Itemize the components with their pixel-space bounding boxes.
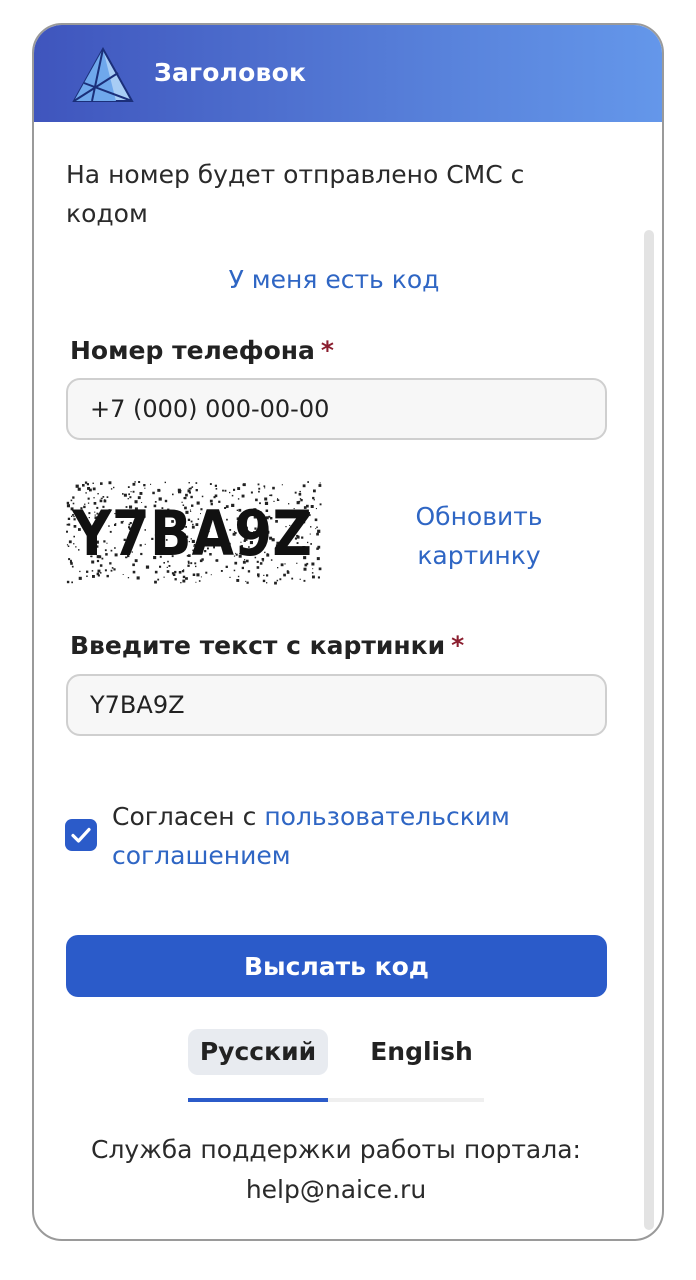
header-bar: Заголовок <box>34 25 662 122</box>
required-mark: * <box>451 631 465 660</box>
agree-text: Согласен с пользовательским соглашением <box>112 797 542 875</box>
header-title: Заголовок <box>154 58 307 87</box>
phone-label-text: Номер телефона <box>70 336 315 365</box>
triangle-logo-icon <box>72 47 134 102</box>
captcha-input[interactable] <box>66 674 607 736</box>
agree-prefix: Согласен с <box>112 802 257 831</box>
captcha-label-text: Введите текст с картинки <box>70 631 446 660</box>
captcha-text: Y7BA9Z <box>71 497 312 570</box>
have-code-link[interactable]: У меня есть код <box>34 265 634 294</box>
captcha-image: Y7BA9Z <box>66 481 322 585</box>
refresh-captcha-link[interactable]: Обновить картинку <box>404 497 554 575</box>
support-text: Служба поддержки работы портала: <box>91 1135 581 1164</box>
auth-card: Заголовок На номер будет отправлено СМС … <box>32 23 664 1241</box>
language-tab-indicator <box>188 1098 328 1102</box>
required-mark: * <box>320 336 334 365</box>
phone-label: Номер телефона * <box>70 336 334 365</box>
send-code-button[interactable]: Выслать код <box>66 935 607 997</box>
captcha-label: Введите текст с картинки * <box>70 631 464 660</box>
check-icon <box>71 827 91 843</box>
scrollbar[interactable] <box>644 230 654 1230</box>
agree-checkbox[interactable] <box>65 819 97 851</box>
support-email[interactable]: help@naice.ru <box>34 1175 638 1204</box>
phone-input[interactable] <box>66 378 607 440</box>
language-tab-russian[interactable]: Русский <box>188 1029 328 1075</box>
info-text: На номер будет отправлено СМС с кодом <box>66 160 525 228</box>
language-tab-english[interactable]: English <box>354 1029 489 1075</box>
